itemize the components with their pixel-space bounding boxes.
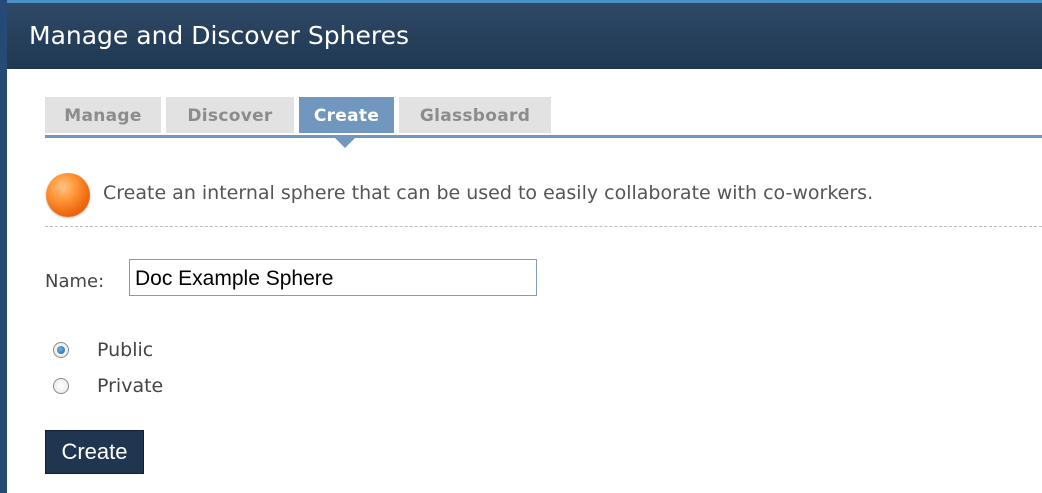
active-tab-pointer	[335, 138, 355, 148]
private-label[interactable]: Private	[97, 375, 163, 397]
create-button[interactable]: Create	[45, 430, 144, 474]
name-label: Name:	[45, 271, 105, 292]
sphere-panel: Manage and Discover Spheres Manage Disco…	[0, 0, 1042, 493]
intro-description: Create an internal sphere that can be us…	[103, 182, 874, 204]
orange-sphere-icon	[46, 173, 90, 217]
tab-glassboard[interactable]: Glassboard	[399, 97, 551, 133]
page-title: Manage and Discover Spheres	[29, 21, 409, 50]
radio-selected-dot	[57, 346, 65, 354]
public-label[interactable]: Public	[97, 339, 153, 361]
name-field[interactable]	[129, 259, 537, 296]
tab-create[interactable]: Create	[299, 97, 394, 133]
tab-discover[interactable]: Discover	[166, 97, 294, 133]
tab-underline	[45, 135, 1042, 138]
title-bar: Manage and Discover Spheres	[7, 0, 1042, 69]
private-radio[interactable]	[53, 378, 69, 394]
tab-manage[interactable]: Manage	[45, 97, 161, 133]
divider	[45, 226, 1042, 227]
public-radio[interactable]	[53, 342, 69, 358]
